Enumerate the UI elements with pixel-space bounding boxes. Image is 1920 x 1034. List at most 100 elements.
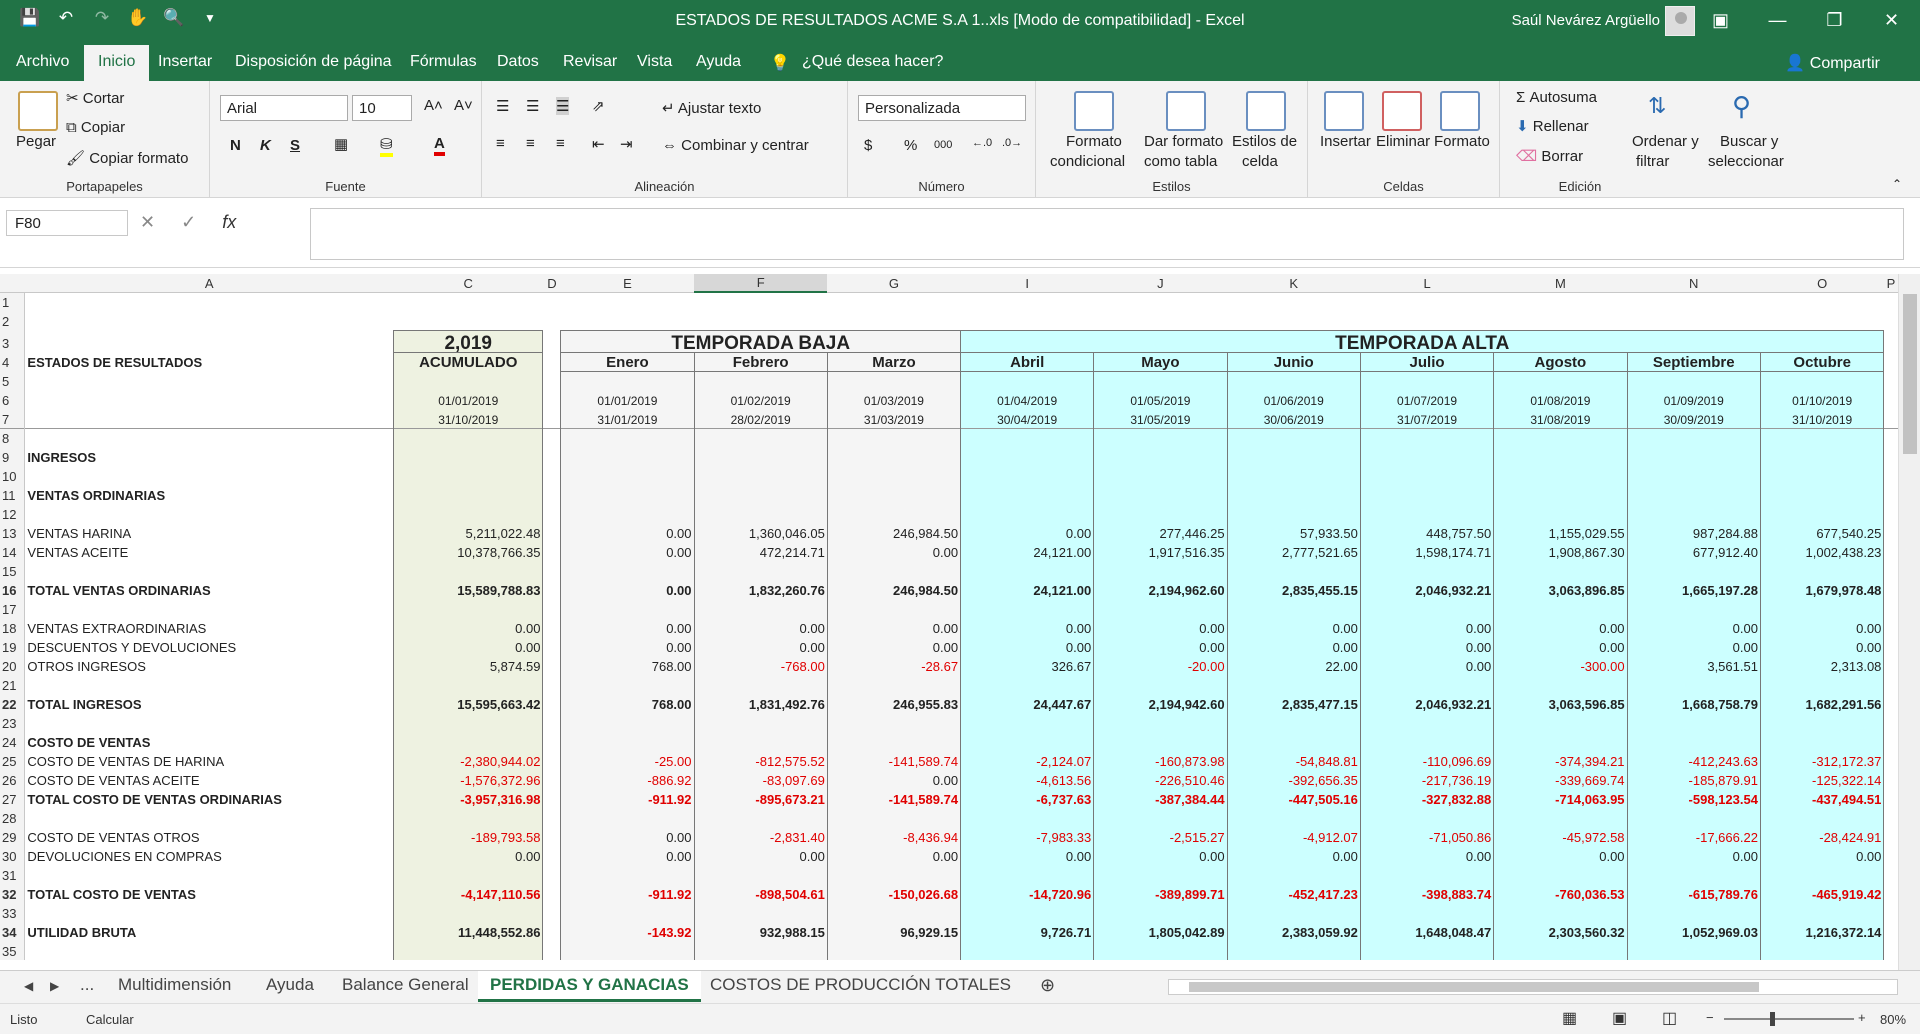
tab-revisar[interactable]: Revisar xyxy=(563,53,617,71)
value-cell[interactable]: -143.92 xyxy=(560,922,695,941)
cell[interactable] xyxy=(1884,827,1898,846)
value-cell[interactable]: 0.00 xyxy=(560,618,695,637)
sheet-tab-perdidas[interactable]: PERDIDAS Y GANACIAS xyxy=(478,971,701,1002)
value-cell[interactable] xyxy=(1493,447,1628,466)
cell[interactable] xyxy=(25,428,394,447)
select-all-corner[interactable] xyxy=(0,274,25,293)
value-cell[interactable]: -185,879.91 xyxy=(1626,770,1761,789)
value-cell[interactable] xyxy=(1359,713,1495,732)
value-cell[interactable]: -28.67 xyxy=(826,656,962,675)
find-select-button[interactable]: Buscar y xyxy=(1720,133,1778,150)
value-cell[interactable]: 326.67 xyxy=(960,656,1095,675)
cell[interactable] xyxy=(543,789,561,808)
decrease-decimal-icon[interactable]: .0→ xyxy=(1002,137,1022,149)
value-cell[interactable] xyxy=(960,447,1095,466)
value-cell[interactable]: 246,984.50 xyxy=(826,523,962,542)
value-cell[interactable] xyxy=(1759,504,1885,523)
value-cell[interactable] xyxy=(1226,561,1361,580)
value-cell[interactable] xyxy=(1493,675,1628,694)
month-header[interactable]: Julio xyxy=(1359,351,1495,372)
cell[interactable] xyxy=(543,770,561,789)
cell[interactable] xyxy=(543,618,561,637)
value-cell[interactable] xyxy=(560,675,695,694)
cell[interactable] xyxy=(1884,618,1898,637)
value-cell[interactable] xyxy=(1626,675,1761,694)
value-cell[interactable]: 0.00 xyxy=(1359,846,1495,865)
cell[interactable] xyxy=(543,827,561,846)
row-header[interactable]: 2 xyxy=(0,311,26,330)
value-cell[interactable]: -3,957,316.98 xyxy=(393,789,544,808)
row-label[interactable]: COSTO DE VENTAS OTROS xyxy=(25,827,394,846)
restore-icon[interactable]: ❐ xyxy=(1806,0,1863,41)
font-name-dropdown[interactable]: Arial xyxy=(220,95,348,121)
conditional-format-button[interactable]: Formato xyxy=(1066,133,1122,150)
value-cell[interactable]: -4,912.07 xyxy=(1226,827,1361,846)
shrink-font-icon[interactable]: A˅ xyxy=(454,97,473,114)
cell[interactable] xyxy=(543,523,561,542)
tab-formulas[interactable]: Fórmulas xyxy=(410,53,477,71)
month-header[interactable]: Febrero xyxy=(693,351,828,372)
cell[interactable] xyxy=(543,599,561,618)
cell[interactable] xyxy=(1884,941,1898,960)
value-cell[interactable]: 0.00 xyxy=(826,637,962,656)
value-cell[interactable] xyxy=(1226,903,1361,922)
value-cell[interactable] xyxy=(1626,447,1761,466)
value-cell[interactable] xyxy=(826,599,962,618)
value-cell[interactable]: 246,984.50 xyxy=(826,580,962,599)
horizontal-scrollbar[interactable] xyxy=(1168,979,1898,995)
value-cell[interactable]: -339,669.74 xyxy=(1493,770,1628,789)
avatar[interactable] xyxy=(1665,6,1695,36)
value-cell[interactable]: 768.00 xyxy=(560,694,695,713)
value-cell[interactable]: 0.00 xyxy=(960,637,1095,656)
value-cell[interactable]: 11,448,552.86 xyxy=(393,922,544,941)
value-cell[interactable]: 2,835,477.15 xyxy=(1226,694,1361,713)
row-header[interactable]: 29 xyxy=(0,827,26,846)
cell[interactable] xyxy=(543,485,561,504)
value-cell[interactable] xyxy=(826,447,962,466)
cell[interactable] xyxy=(1094,311,1227,330)
cell[interactable] xyxy=(543,390,561,409)
cell[interactable] xyxy=(1884,504,1898,523)
value-cell[interactable]: 3,561.51 xyxy=(1626,656,1761,675)
cell[interactable] xyxy=(543,409,561,428)
format-cells-icon[interactable] xyxy=(1440,91,1480,131)
value-cell[interactable] xyxy=(1759,865,1885,884)
row-label[interactable]: TOTAL COSTO DE VENTAS xyxy=(25,884,394,903)
name-box[interactable]: F80 xyxy=(6,210,128,236)
cell[interactable] xyxy=(826,371,962,390)
value-cell[interactable]: 1,805,042.89 xyxy=(1093,922,1228,941)
value-cell[interactable] xyxy=(960,808,1095,827)
value-cell[interactable] xyxy=(1226,732,1361,751)
value-cell[interactable] xyxy=(1226,675,1361,694)
value-cell[interactable]: 0.00 xyxy=(393,846,544,865)
borders-icon[interactable]: ▦ xyxy=(334,135,348,153)
row-header[interactable]: 34 xyxy=(0,922,26,941)
value-cell[interactable] xyxy=(1493,599,1628,618)
cell[interactable] xyxy=(543,352,561,371)
cell[interactable] xyxy=(693,428,828,447)
currency-button[interactable]: $ xyxy=(864,137,872,154)
column-header[interactable]: F xyxy=(694,274,828,293)
cell[interactable] xyxy=(543,846,561,865)
row-label[interactable]: TOTAL VENTAS ORDINARIAS xyxy=(25,580,394,599)
row-header[interactable]: 1 xyxy=(0,292,26,311)
value-cell[interactable] xyxy=(393,675,544,694)
value-cell[interactable] xyxy=(560,447,695,466)
cell[interactable] xyxy=(960,428,1095,447)
sheet-tab-ayuda[interactable]: Ayuda xyxy=(266,975,314,995)
row-header[interactable]: 6 xyxy=(0,390,26,409)
row-header[interactable]: 7 xyxy=(0,409,26,428)
tab-disposicion[interactable]: Disposición de página xyxy=(235,53,392,71)
value-cell[interactable]: 1,598,174.71 xyxy=(1359,542,1495,561)
value-cell[interactable] xyxy=(693,447,828,466)
cell[interactable] xyxy=(1093,428,1228,447)
cell[interactable] xyxy=(1227,311,1360,330)
value-cell[interactable]: 0.00 xyxy=(1093,846,1228,865)
tab-insertar[interactable]: Insertar xyxy=(158,53,212,71)
value-cell[interactable]: 0.00 xyxy=(1493,637,1628,656)
value-cell[interactable]: 0.00 xyxy=(960,523,1095,542)
value-cell[interactable]: 2,835,455.15 xyxy=(1226,580,1361,599)
cell[interactable] xyxy=(1759,428,1885,447)
merge-center-button[interactable]: ⇔ Combinar y centrar xyxy=(662,137,809,154)
format-table-icon[interactable] xyxy=(1166,91,1206,131)
